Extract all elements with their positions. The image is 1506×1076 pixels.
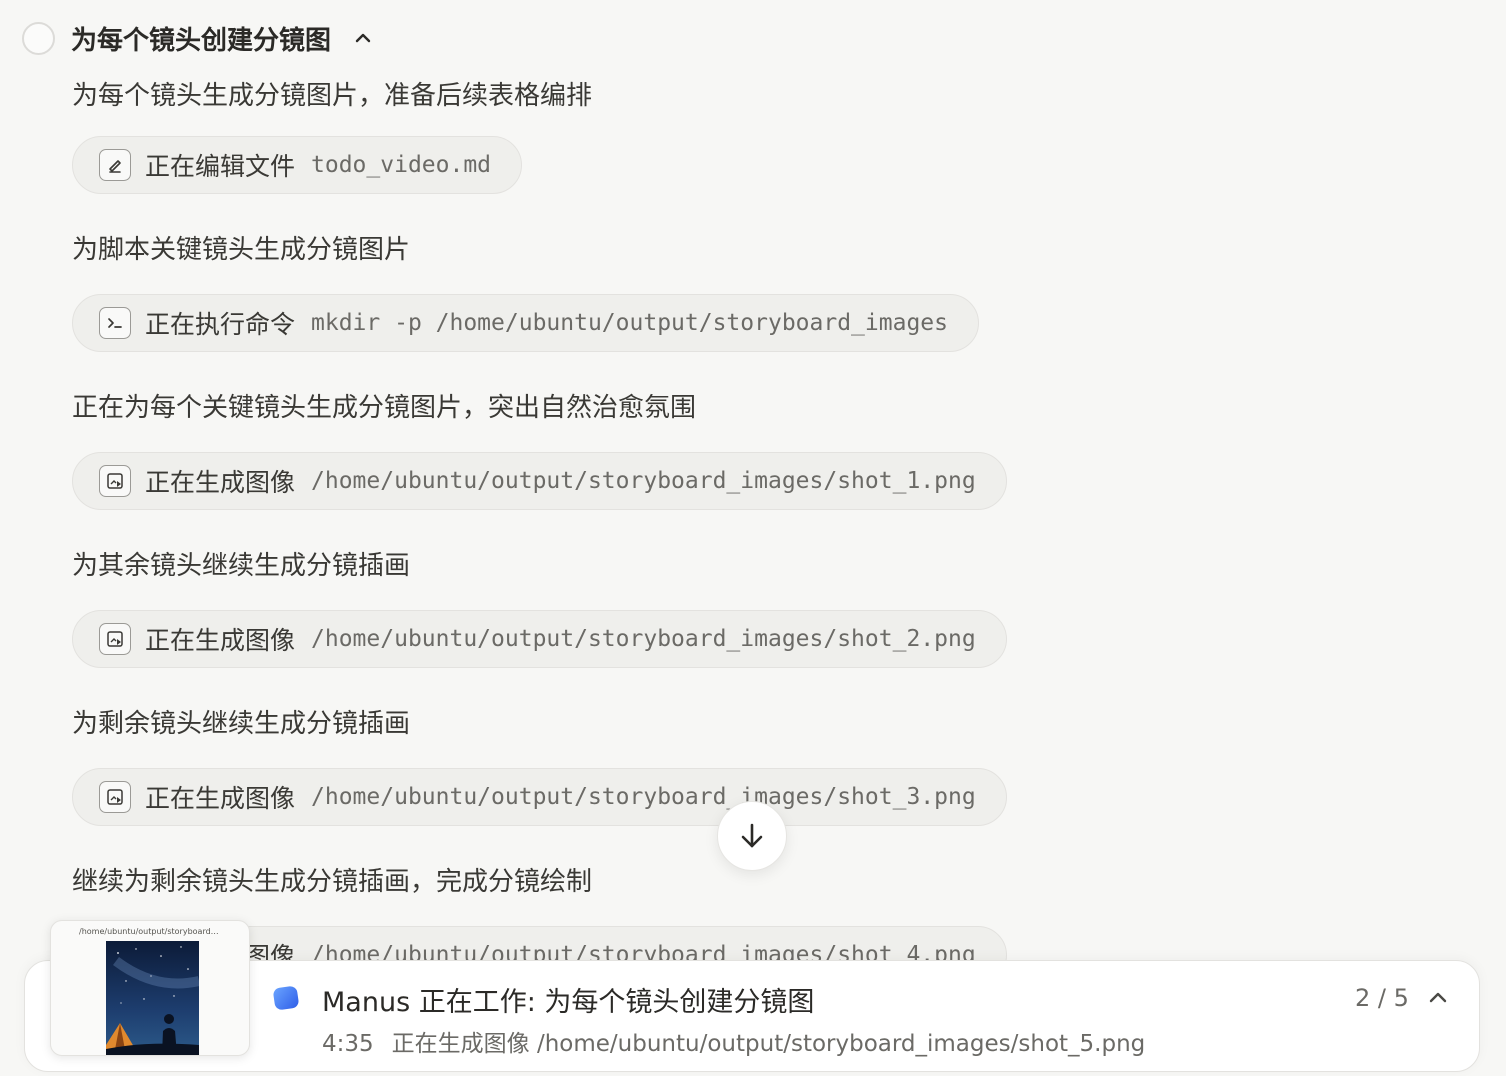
edit-icon (99, 149, 131, 181)
step-title: 为每个镜头创建分镜图 (71, 25, 332, 56)
scroll-to-bottom-button[interactable] (717, 801, 787, 871)
step-counter: 2 / 5 (1355, 984, 1409, 1012)
action-argument: mkdir -p /home/ubuntu/output/storyboard_… (311, 310, 948, 336)
action-argument: /home/ubuntu/output/storyboard_images/sh… (311, 626, 976, 652)
action-verb: 正在生成图像 (145, 468, 296, 497)
action-pill[interactable]: 正在执行命令 mkdir -p /home/ubuntu/output/stor… (72, 294, 979, 352)
step-description: 为其余镜头继续生成分镜插画 (72, 551, 411, 581)
arrow-down-icon (741, 823, 763, 848)
current-action: 正在生成图像 /home/ubuntu/output/storyboard_im… (391, 1031, 1146, 1057)
step-status-circle-icon (22, 21, 55, 55)
action-verb: 正在生成图像 (145, 626, 296, 655)
action-verb: 正在执行命令 (145, 310, 296, 339)
terminal-icon (99, 307, 131, 339)
step-description: 为脚本关键镜头生成分镜图片 (72, 235, 411, 265)
step-description: 继续为剩余镜头生成分镜插画，完成分镜绘制 (72, 867, 593, 897)
step-description: 为剩余镜头继续生成分镜插画 (72, 709, 411, 739)
step-header[interactable]: 为每个镜头创建分镜图 (22, 16, 375, 60)
action-pill[interactable]: 正在编辑文件 todo_video.md (72, 136, 523, 194)
status-title: Manus 正在工作: 为每个镜头创建分镜图 (322, 987, 815, 1018)
status-subtitle: 4:35 正在生成图像 /home/ubuntu/output/storyboar… (322, 1024, 1145, 1058)
action-argument: todo_video.md (311, 152, 492, 178)
step-description: 正在为每个关键镜头生成分镜图片，突出自然治愈氛围 (72, 393, 697, 423)
manus-logo-icon (272, 984, 300, 1012)
image-gen-icon (99, 623, 131, 655)
image-gen-icon (99, 781, 131, 813)
action-argument: /home/ubuntu/output/storyboard_images/sh… (311, 468, 976, 494)
action-pill[interactable]: 正在生成图像 /home/ubuntu/output/storyboard_im… (72, 768, 1007, 826)
action-pill[interactable]: 正在生成图像 /home/ubuntu/output/storyboard_im… (72, 610, 1007, 668)
step-body: 为每个镜头生成分镜图片，准备后续表格编排 正在编辑文件 todo_video.m… (72, 70, 1072, 1014)
preview-thumbnail[interactable]: /home/ubuntu/output/storyboard_i... (50, 920, 250, 1056)
action-verb: 正在编辑文件 (145, 152, 296, 181)
thumbnail-image (106, 941, 199, 1055)
step-description: 为每个镜头生成分镜图片，准备后续表格编排 (72, 81, 593, 111)
chevron-up-icon[interactable] (1424, 984, 1452, 1012)
action-verb: 正在生成图像 (145, 784, 296, 813)
thumbnail-caption: /home/ubuntu/output/storyboard_i... (79, 927, 225, 936)
action-pill[interactable]: 正在生成图像 /home/ubuntu/output/storyboard_im… (72, 452, 1007, 510)
chevron-up-icon[interactable] (351, 26, 375, 50)
elapsed-time: 4:35 (322, 1031, 374, 1057)
action-argument: /home/ubuntu/output/storyboard_images/sh… (311, 784, 976, 810)
image-gen-icon (99, 465, 131, 497)
